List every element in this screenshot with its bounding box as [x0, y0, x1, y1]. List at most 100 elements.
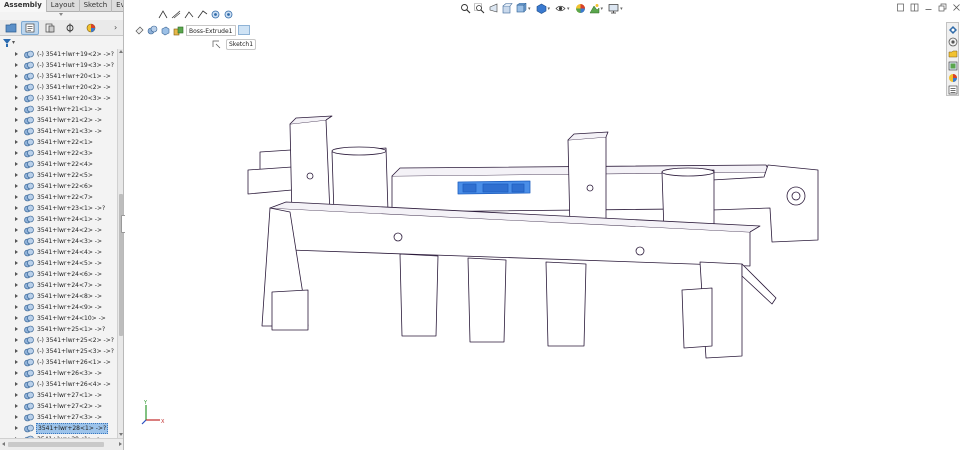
- solidworks-resources-icon[interactable]: [948, 25, 958, 35]
- tree-item[interactable]: 3541+lwr+24<3> ->: [0, 236, 117, 247]
- collapse-grip-icon[interactable]: [58, 13, 64, 17]
- tree-item[interactable]: 3541+lwr+25<1> ->?: [0, 324, 117, 335]
- expand-arrow-icon[interactable]: [15, 129, 18, 133]
- hide-show-items-icon[interactable]: [555, 3, 566, 14]
- tree-item[interactable]: (-) 3541+lwr+19<3> ->?: [0, 60, 117, 71]
- dimxpert-manager-tab[interactable]: [61, 21, 79, 35]
- expand-arrow-icon[interactable]: [15, 195, 18, 199]
- tree-item[interactable]: (-) 3541+lwr+20<1> ->: [0, 71, 117, 82]
- restore-icon[interactable]: [938, 3, 947, 12]
- expand-arrow-icon[interactable]: [15, 393, 18, 397]
- expand-arrow-icon[interactable]: [15, 85, 18, 89]
- tree-item[interactable]: (-) 3541+lwr+26<1> ->: [0, 357, 117, 368]
- zoom-to-fit-icon[interactable]: [460, 3, 471, 14]
- view-palette-icon[interactable]: [948, 61, 958, 71]
- tree-item[interactable]: 3541+lwr+22<4>: [0, 159, 117, 170]
- tree-item[interactable]: 3541+lwr+27<1> ->: [0, 390, 117, 401]
- tree-item[interactable]: 3541+lwr+22<6>: [0, 181, 117, 192]
- section-view-icon[interactable]: [502, 3, 513, 14]
- sketch-circle-icon[interactable]: [210, 9, 221, 20]
- tree-item[interactable]: 3541+lwr+22<7>: [0, 192, 117, 203]
- custom-properties-icon[interactable]: [948, 85, 958, 95]
- tree-item[interactable]: 3541+lwr+26<3> ->: [0, 368, 117, 379]
- expand-arrow-icon[interactable]: [15, 151, 18, 155]
- expand-arrow-icon[interactable]: [15, 338, 18, 342]
- expand-arrow-icon[interactable]: [15, 206, 18, 210]
- view-orientation-icon[interactable]: [516, 2, 527, 14]
- expand-arrow-icon[interactable]: [15, 228, 18, 232]
- file-explorer-icon[interactable]: [948, 49, 958, 59]
- chevron-down-icon[interactable]: ▾: [12, 39, 15, 46]
- scroll-left-icon[interactable]: [2, 442, 5, 446]
- chevron-right-icon[interactable]: ›: [114, 23, 122, 33]
- chevron-down-icon[interactable]: ▾: [567, 6, 570, 12]
- breadcrumb-sketch-icon[interactable]: [237, 25, 250, 35]
- property-manager-tab[interactable]: [21, 21, 39, 35]
- expand-arrow-icon[interactable]: [15, 96, 18, 100]
- expand-arrow-icon[interactable]: [15, 426, 18, 430]
- minimize-icon[interactable]: [896, 3, 905, 12]
- edit-appearance-icon[interactable]: [575, 3, 586, 14]
- tree-item[interactable]: 3541+lwr+21<3> ->: [0, 126, 117, 137]
- extrude-feature-icon[interactable]: [173, 25, 184, 36]
- tab-assembly[interactable]: Assembly: [0, 0, 47, 12]
- apply-scene-icon[interactable]: [589, 3, 600, 14]
- expand-arrow-icon[interactable]: [15, 261, 18, 265]
- expand-arrow-icon[interactable]: [15, 404, 18, 408]
- breadcrumb-feature[interactable]: Boss-Extrude1: [186, 24, 236, 36]
- expand-arrow-icon[interactable]: [15, 118, 18, 122]
- tab-evaluate[interactable]: Evaluate: [112, 0, 123, 12]
- tree-item[interactable]: (-) 3541+lwr+26<4> ->: [0, 379, 117, 390]
- breadcrumb-sketch[interactable]: Sketch1: [226, 38, 257, 50]
- close-icon[interactable]: [952, 3, 960, 12]
- minimize-window-icon[interactable]: [924, 3, 933, 12]
- sketch-line-icon[interactable]: [184, 9, 195, 20]
- appearances-scenes-icon[interactable]: [948, 73, 958, 83]
- assembly-icon[interactable]: [147, 25, 158, 36]
- tab-layout[interactable]: Layout: [47, 0, 80, 12]
- tree-item[interactable]: (-) 3541+lwr+20<3> ->: [0, 93, 117, 104]
- display-manager-tab[interactable]: [82, 21, 100, 35]
- graphics-area[interactable]: [125, 0, 945, 450]
- tree-item[interactable]: 3541+lwr+24<4> ->: [0, 247, 117, 258]
- expand-arrow-icon[interactable]: [15, 217, 18, 221]
- tree-item[interactable]: 3541+lwr+27<3> ->: [0, 412, 117, 423]
- tree-item[interactable]: 3541+lwr+24<10> ->: [0, 313, 117, 324]
- expand-arrow-icon[interactable]: [15, 74, 18, 78]
- display-style-icon[interactable]: [536, 3, 547, 14]
- zoom-to-area-icon[interactable]: [474, 3, 485, 14]
- horizontal-scrollbar-thumb[interactable]: [8, 442, 104, 447]
- part-icon[interactable]: [160, 25, 171, 36]
- tree-item[interactable]: 3541+lwr+22<5>: [0, 170, 117, 181]
- chevron-down-icon[interactable]: ▾: [528, 6, 531, 12]
- view-settings-icon[interactable]: [608, 3, 619, 14]
- expand-arrow-icon[interactable]: [15, 327, 18, 331]
- expand-arrow-icon[interactable]: [15, 283, 18, 287]
- tree-item[interactable]: 3541+lwr+24<6> ->: [0, 269, 117, 280]
- expand-arrow-icon[interactable]: [15, 360, 18, 364]
- tree-item[interactable]: 3541+lwr+22<1>: [0, 137, 117, 148]
- expand-arrow-icon[interactable]: [15, 63, 18, 67]
- design-library-icon[interactable]: [948, 37, 958, 47]
- tree-vertical-scrollbar[interactable]: [117, 49, 123, 438]
- sketch-point-icon[interactable]: [223, 9, 234, 20]
- expand-arrow-icon[interactable]: [15, 294, 18, 298]
- chevron-down-icon[interactable]: ▾: [601, 6, 604, 12]
- tree-item[interactable]: (-) 3541+lwr+19<2> ->?: [0, 49, 117, 60]
- sketch-icon[interactable]: [212, 39, 223, 50]
- previous-view-icon[interactable]: [488, 3, 499, 14]
- tree-item[interactable]: (-) 3541+lwr+25<2> ->?: [0, 335, 117, 346]
- expand-arrow-icon[interactable]: [15, 250, 18, 254]
- tree-item[interactable]: 3541+lwr+27<2> ->: [0, 401, 117, 412]
- tree-item[interactable]: (-) 3541+lwr+25<3> ->?: [0, 346, 117, 357]
- tree-item[interactable]: 3541+lwr+24<8> ->: [0, 291, 117, 302]
- expand-arrow-icon[interactable]: [15, 371, 18, 375]
- tree-horizontal-scrollbar[interactable]: [0, 438, 123, 450]
- expand-arrow-icon[interactable]: [15, 173, 18, 177]
- expand-arrow-icon[interactable]: [15, 239, 18, 243]
- scroll-up-icon[interactable]: [119, 50, 123, 53]
- scroll-down-icon[interactable]: [119, 433, 123, 436]
- tree-item[interactable]: 3541+lwr+24<2> ->: [0, 225, 117, 236]
- smart-dimension-icon[interactable]: [171, 9, 182, 20]
- filter-icon[interactable]: [3, 39, 12, 47]
